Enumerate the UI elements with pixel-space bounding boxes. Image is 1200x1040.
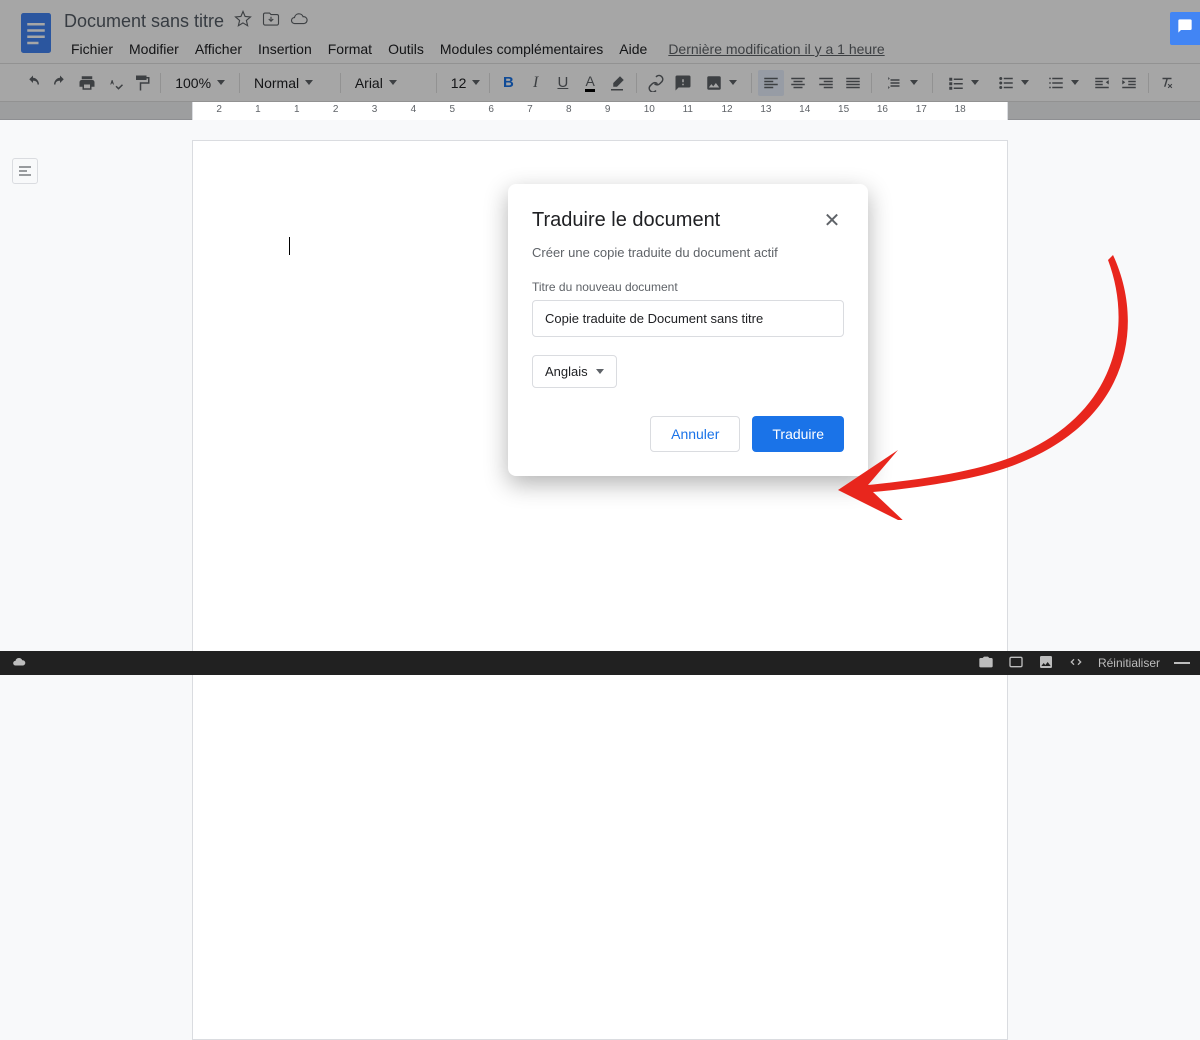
tablet-icon[interactable] [1008,654,1024,673]
minimize-icon[interactable] [1174,662,1190,664]
cloud-icon[interactable] [10,655,28,672]
close-icon[interactable]: ✕ [820,208,844,233]
chevron-down-icon [596,369,604,374]
translate-dialog: Traduire le document ✕ Créer une copie t… [508,184,868,476]
title-input[interactable] [532,300,844,337]
reset-button[interactable]: Réinitialiser [1098,656,1160,670]
title-field-label: Titre du nouveau document [532,280,844,294]
code-icon[interactable] [1068,654,1084,673]
language-select[interactable]: Anglais [532,355,617,388]
image-icon[interactable] [1038,654,1054,673]
comment-panel-icon[interactable] [1170,12,1200,45]
system-footer: Réinitialiser [0,651,1200,675]
translate-button[interactable]: Traduire [752,416,844,452]
dialog-subtitle: Créer une copie traduite du document act… [532,245,844,260]
camera-icon[interactable] [978,654,994,673]
dialog-title: Traduire le document [532,209,720,232]
outline-toggle-icon[interactable] [12,158,38,184]
language-value: Anglais [545,364,588,379]
text-cursor [289,237,290,255]
cancel-button[interactable]: Annuler [650,416,740,452]
